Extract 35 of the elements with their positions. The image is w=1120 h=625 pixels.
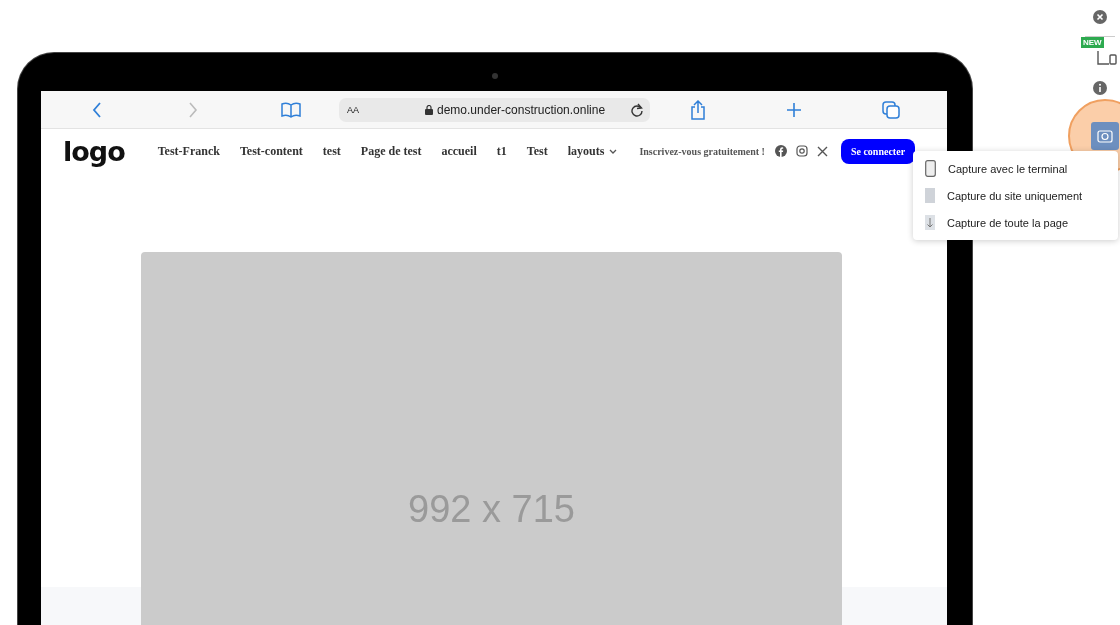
- chevron-down-icon: [609, 148, 618, 154]
- download-page-icon: [925, 215, 935, 230]
- tabs-icon[interactable]: [882, 100, 900, 119]
- reload-icon[interactable]: [630, 102, 644, 117]
- nav-link[interactable]: Page de test: [360, 143, 422, 159]
- new-badge: NEW: [1081, 37, 1104, 48]
- nav-link[interactable]: t1: [496, 143, 507, 159]
- menu-item[interactable]: Capture de toute la page: [913, 209, 1118, 236]
- nav-link[interactable]: accueil: [441, 143, 477, 159]
- nav-link[interactable]: Test: [526, 143, 548, 159]
- nav-link[interactable]: Test-content: [239, 143, 303, 159]
- facebook-icon[interactable]: [774, 145, 787, 157]
- nav-link[interactable]: test: [322, 143, 341, 159]
- camera-icon[interactable]: [1091, 122, 1119, 150]
- menu-item[interactable]: Capture du site uniquement: [913, 182, 1118, 209]
- nav-link[interactable]: Test-Franck: [157, 143, 220, 159]
- book-icon[interactable]: [281, 101, 301, 118]
- plus-icon[interactable]: [786, 101, 802, 118]
- back-icon[interactable]: [92, 101, 102, 118]
- address-bar[interactable]: AA demo.under-construction.online: [339, 97, 650, 122]
- url-text: demo.under-construction.online: [437, 102, 606, 117]
- site-logo[interactable]: logo: [63, 135, 125, 167]
- login-button[interactable]: Se connecter: [840, 138, 916, 164]
- text-size-label[interactable]: AA: [347, 104, 359, 115]
- phone-icon: [925, 160, 936, 177]
- menu-item[interactable]: Capture avec le terminal: [913, 155, 1118, 182]
- lock-icon: [425, 104, 433, 115]
- page-icon: [925, 188, 935, 203]
- instagram-icon[interactable]: [795, 145, 808, 157]
- close-icon[interactable]: [1093, 10, 1107, 24]
- share-icon[interactable]: [690, 99, 706, 120]
- nav-link[interactable]: layouts: [567, 143, 618, 159]
- x-icon[interactable]: [816, 145, 828, 157]
- info-icon[interactable]: [1093, 81, 1107, 95]
- signup-link[interactable]: Inscrivez-vous gratuitement !: [639, 145, 765, 157]
